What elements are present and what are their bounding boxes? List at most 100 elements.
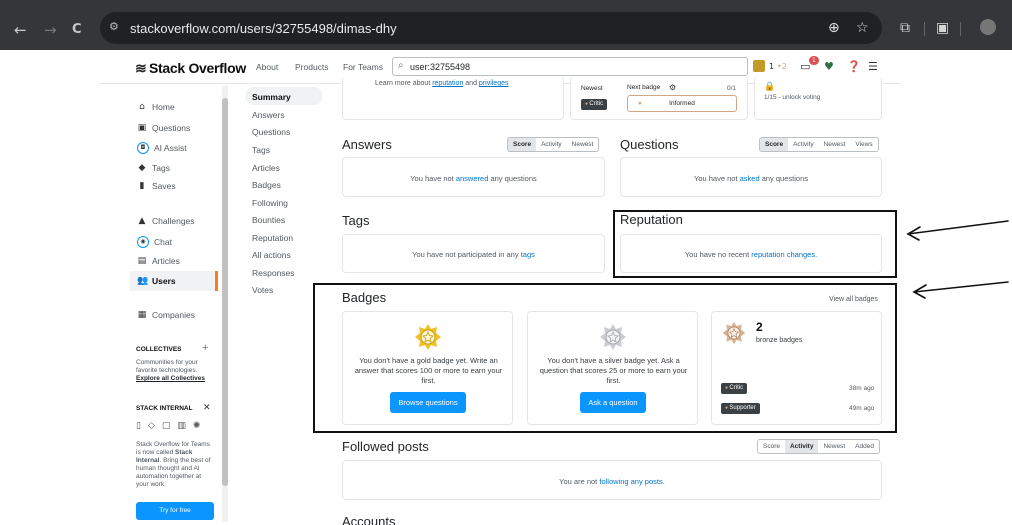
subnav-following[interactable]: Following [252, 198, 288, 208]
following-posts-link[interactable]: following any posts. [599, 477, 664, 486]
sidebar-item-tags[interactable]: ◆ Tags [137, 163, 170, 173]
lock-icon: 🔒 [764, 81, 776, 91]
rep-count: 1 [769, 62, 775, 71]
badges-progress-card: Newest Critic Next badge ⚙ 0/1 ●Informed [570, 76, 748, 120]
achievements-icon[interactable]: ♥ [824, 60, 834, 73]
articles-icon: ▤ [137, 256, 147, 266]
answers-sort-score[interactable]: Score [508, 138, 537, 151]
answers-sort-activity[interactable]: Activity [536, 138, 567, 151]
badges-highlight-box [313, 283, 897, 433]
sidebar-item-articles[interactable]: ▤ Articles [137, 256, 180, 266]
gear-icon[interactable]: ⚙ [669, 83, 676, 92]
sidebar-item-companies[interactable]: ▦ Companies [137, 310, 195, 320]
tag-outline-icon: ◇ [147, 421, 155, 431]
bronze-count: •2 [777, 62, 787, 71]
followed-sort-score[interactable]: Score [758, 440, 785, 453]
unlock-voting-text: 1/15 - unlock voting [764, 94, 821, 101]
site-settings-icon[interactable]: ⚙ [109, 20, 123, 34]
users-icon: 👥 [137, 276, 149, 286]
questions-sort-activity[interactable]: Activity [788, 138, 819, 151]
questions-sort-score[interactable]: Score [760, 138, 789, 151]
avatar[interactable] [753, 60, 765, 72]
explore-collectives-link[interactable]: Explore all Collectives [136, 375, 205, 383]
sidebar-item-questions[interactable]: ▣ Questions [137, 123, 191, 133]
questions-sort-newest[interactable]: Newest [819, 138, 851, 151]
extensions-icon[interactable]: ⧉ [900, 20, 910, 36]
try-for-free-button[interactable]: Try for free [136, 502, 214, 520]
critic-tag[interactable]: Critic [581, 99, 608, 110]
questions-sort-views[interactable]: Views [850, 138, 877, 151]
annotation-arrows [906, 220, 1009, 299]
about-link[interactable]: About [256, 62, 278, 72]
so-logo[interactable]: ≋ Stack Overflow [135, 60, 246, 77]
help-icon[interactable]: ❓ [847, 60, 861, 73]
side-panel-icon[interactable]: ▣ [936, 20, 949, 36]
search-value: user:32755498 [410, 62, 471, 72]
questions-empty-message: You have not asked any questions [694, 174, 808, 183]
sidebar-item-chat[interactable]: ◉ Chat [137, 236, 172, 248]
subnav-votes[interactable]: Votes [252, 285, 273, 295]
products-link[interactable]: Products [295, 62, 329, 72]
forward-icon[interactable]: → [44, 21, 57, 39]
subnav-reputation[interactable]: Reputation [252, 233, 293, 243]
subnav-all-actions[interactable]: All actions [252, 250, 291, 260]
back-icon[interactable]: ← [14, 21, 27, 39]
tags-empty-message: You have not participated in any tags [412, 250, 535, 259]
subnav-answers[interactable]: Answers [252, 110, 285, 120]
tags-box: You have not participated in any tags [342, 234, 605, 273]
ai-spark-icon: ✺ [192, 421, 201, 431]
companies-icon: ▦ [137, 310, 147, 320]
voting-progress-card: 🔒 1/15 - unlock voting [754, 76, 882, 120]
privileges-link[interactable]: privileges [479, 80, 509, 87]
sidebar-item-ai-assist[interactable]: ◘ AI Assist [137, 142, 187, 154]
address-bar[interactable]: ⚙ stackoverflow.com/users/32755498/dimas… [100, 12, 882, 44]
followed-sort-newest[interactable]: Newest [818, 440, 850, 453]
subnav-tags[interactable]: Tags [252, 145, 270, 155]
subnav-summary[interactable]: Summary [252, 92, 291, 102]
sidebar-scrollbar[interactable] [222, 86, 228, 522]
asked-link[interactable]: asked [740, 174, 760, 183]
answers-sort-newest[interactable]: Newest [567, 138, 599, 151]
url-text[interactable]: stackoverflow.com/users/32755498/dimas-d… [130, 21, 397, 36]
next-badge-label: Next badge [627, 84, 661, 91]
subnav-badges[interactable]: Badges [252, 180, 281, 190]
chat-bubble-icon: ▢ [161, 421, 171, 431]
search-icon: ⌕ [398, 60, 404, 71]
reputation-link[interactable]: reputation [432, 80, 463, 87]
reload-icon[interactable]: C [72, 22, 82, 37]
add-collective-icon[interactable]: + [202, 342, 208, 354]
learn-more-text: Learn more about reputation and privileg… [375, 80, 509, 87]
stack-internal-description: Stack Overflow for Teams is now called S… [136, 441, 211, 488]
search-input[interactable]: ⌕ user:32755498 [392, 57, 748, 76]
answered-link[interactable]: answered [456, 174, 489, 183]
chat-icon: ◉ [137, 236, 149, 248]
bookmark-star-icon[interactable]: ☆ [856, 20, 869, 36]
followed-sort-activity[interactable]: Activity [784, 440, 819, 453]
followed-sort-added[interactable]: Added [850, 440, 879, 453]
sidebar-item-users[interactable]: 👥 Users [137, 276, 176, 286]
sidebar-item-saves[interactable]: ▮ Saves [137, 181, 176, 191]
subnav-articles[interactable]: Articles [252, 163, 280, 173]
for-teams-link[interactable]: For Teams [343, 62, 383, 72]
home-icon: ⌂ [139, 102, 145, 112]
sidebar-item-challenges[interactable]: ▲ Challenges [137, 216, 195, 226]
stack-internal-heading: STACK INTERNAL [136, 405, 193, 412]
sidebar-item-home[interactable]: ⌂ Home [137, 102, 175, 112]
questions-box: You have not asked any questions [620, 157, 882, 197]
answers-empty-message: You have not answered any questions [410, 174, 537, 183]
menu-icon[interactable]: ☰ [868, 60, 878, 73]
reputation-card: Learn more about reputation and privileg… [342, 76, 564, 120]
subnav-responses[interactable]: Responses [252, 268, 295, 278]
subnav-bounties[interactable]: Bounties [252, 215, 285, 225]
informed-badge-pill[interactable]: ● Informed [627, 95, 737, 112]
bookmark-icon: ▮ [139, 181, 145, 191]
document-icon: ▯ [136, 421, 141, 431]
close-icon[interactable]: ✕ [203, 403, 211, 413]
tags-link[interactable]: tags [521, 250, 535, 259]
stack-logo-icon: ≋ [135, 60, 147, 76]
zoom-icon[interactable]: ⊕ [828, 20, 840, 36]
subnav-questions[interactable]: Questions [252, 127, 290, 137]
chart-icon: ▥ [177, 421, 186, 431]
newest-label: Newest [581, 85, 603, 92]
profile-avatar[interactable] [980, 19, 996, 35]
